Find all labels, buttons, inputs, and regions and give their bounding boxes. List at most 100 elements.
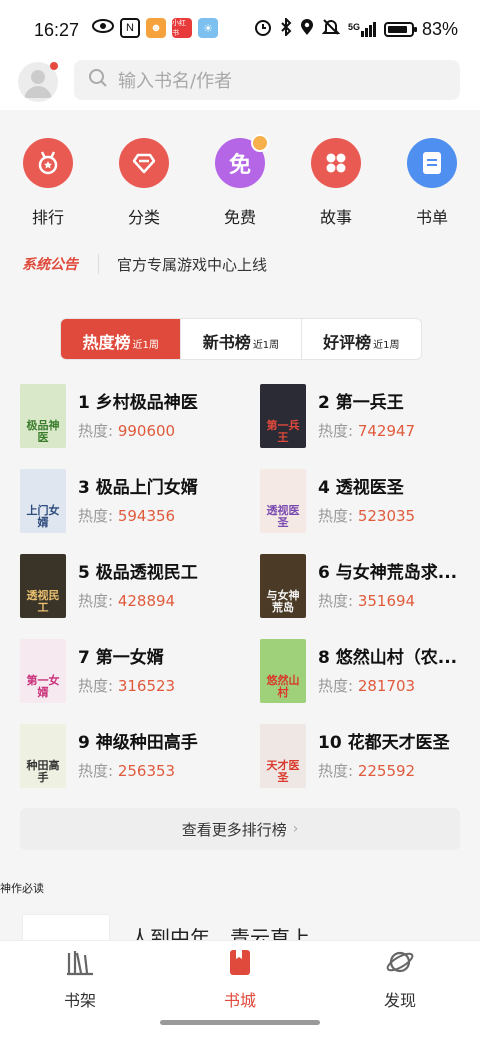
heat-value: 225592 [357, 762, 416, 780]
heat-label: 热度: [78, 592, 118, 610]
status-bar: 16:27 N ☻ 小红书 ☀ 5G 83% [0, 0, 480, 58]
book-item[interactable]: 种田高手 9 神级种田高手 热度: 256353 [20, 720, 240, 788]
category-label: 书单 [415, 208, 448, 227]
book-heat: 热度: 428894 [78, 590, 175, 611]
free-icon: 免 [215, 134, 269, 188]
notice-divider [98, 254, 99, 274]
book-cover: 天才医圣 [260, 724, 306, 788]
app-icon-weather: ☀ [198, 18, 218, 38]
heat-label: 热度: [78, 422, 118, 440]
category-classify[interactable]: 分类 [106, 138, 182, 228]
book-heat: 热度: 351694 [318, 590, 415, 611]
book-cover: 悠然山村 [260, 639, 306, 703]
book-cover: 种田高手 [20, 724, 66, 788]
book-item[interactable]: 透视医圣 4 透视医圣 热度: 523035 [260, 465, 480, 533]
book-title: 7 第一女婿 [78, 648, 164, 668]
booklist-icon [407, 138, 457, 188]
bookshelf-icon [63, 945, 97, 979]
tab-hot[interactable]: 热度榜 近1周 [61, 319, 182, 359]
heat-value: 428894 [117, 592, 176, 610]
heat-value: 281703 [357, 677, 416, 695]
book-item[interactable]: 第一兵王 2 第一兵王 热度: 742947 [260, 380, 480, 448]
book-heat: 热度: 316523 [78, 675, 175, 696]
tab-name: 热度榜 [82, 333, 131, 352]
category-label: 免费 [223, 208, 256, 227]
cover-text: 第一女婿 [26, 674, 60, 699]
bluetooth-icon [280, 16, 292, 41]
book-cover: 与女神荒岛 [260, 554, 306, 618]
book-item[interactable]: 极品神医 1 乡村极品神医 热度: 990600 [20, 380, 240, 448]
alarm-icon [254, 18, 272, 41]
book-item[interactable]: 第一女婿 7 第一女婿 热度: 316523 [20, 635, 240, 703]
nav-label: 书架 [63, 991, 96, 1010]
category-rank[interactable]: 排行 [10, 138, 86, 228]
search-bar[interactable]: 输入书名/作者 [74, 60, 460, 100]
app-icon-xiaohongshu: 小红书 [172, 18, 192, 38]
heat-label: 热度: [318, 677, 358, 695]
book-title: 6 与女神荒岛求... [318, 563, 458, 583]
cover-text: 种田高手 [26, 759, 60, 784]
home-indicator[interactable] [160, 1020, 320, 1025]
rank-medal-icon [23, 138, 73, 188]
tab-sub: 近1周 [252, 340, 280, 351]
tab-name: 好评榜 [323, 333, 372, 352]
nav-bookshelf[interactable]: 书架 [40, 945, 120, 1011]
heat-value: 316523 [117, 677, 176, 695]
more-rankings-button[interactable]: 查看更多排行榜 › [20, 808, 460, 850]
category-booklist[interactable]: 书单 [394, 138, 470, 228]
free-icon-text: 免 [228, 153, 251, 178]
tab-sub: 近1周 [132, 340, 159, 351]
heat-label: 热度: [318, 507, 358, 525]
tab-name: 新书榜 [202, 333, 251, 352]
category-diamond-icon [119, 138, 169, 188]
story-grid-icon [311, 138, 361, 188]
category-label: 故事 [319, 208, 352, 227]
tab-new[interactable]: 新书榜 近1周 [181, 319, 302, 359]
ranking-tabs: 热度榜 近1周 新书榜 近1周 好评榜 近1周 [60, 318, 422, 360]
tab-sub: 近1周 [373, 340, 400, 351]
book-item[interactable]: 天才医圣 10 花都天才医圣 热度: 225592 [260, 720, 480, 788]
battery-icon [383, 22, 417, 37]
cover-text: 上门女婿 [26, 504, 60, 529]
book-heat: 热度: 225592 [318, 760, 415, 781]
notice-text: 官方专属游戏中心上线 [117, 255, 268, 274]
cover-text: 悠然山村 [266, 674, 300, 699]
book-cover: 透视民工 [20, 554, 66, 618]
heat-label: 热度: [78, 677, 118, 695]
status-time: 16:27 [34, 20, 80, 40]
cover-text: 与女神荒岛 [266, 589, 300, 614]
category-story[interactable]: 故事 [298, 138, 374, 228]
book-heat: 热度: 281703 [318, 675, 415, 696]
more-rankings-label: 查看更多排行榜 [181, 820, 287, 839]
book-item[interactable]: 与女神荒岛 6 与女神荒岛求... 热度: 351694 [260, 550, 480, 618]
nav-discover[interactable]: 发现 [360, 945, 440, 1011]
app-icon-game: ☻ [146, 18, 166, 38]
book-title: 10 花都天才医圣 [318, 733, 450, 753]
nfc-icon: N [120, 18, 140, 38]
category-free[interactable]: 免 免费 [202, 134, 278, 228]
category-label: 分类 [127, 208, 160, 227]
book-item[interactable]: 上门女婿 3 极品上门女婿 热度: 594356 [20, 465, 240, 533]
heat-label: 热度: [318, 592, 358, 610]
book-title: 8 悠然山村（农... [318, 648, 458, 668]
book-heat: 热度: 990600 [78, 420, 175, 441]
book-heat: 热度: 256353 [78, 760, 175, 781]
heat-value: 594356 [117, 507, 176, 525]
heat-value: 523035 [357, 507, 416, 525]
cover-text: 透视民工 [26, 589, 60, 614]
mute-icon [321, 18, 341, 41]
book-item[interactable]: 透视民工 5 极品透视民工 热度: 428894 [20, 550, 240, 618]
search-placeholder: 输入书名/作者 [118, 71, 233, 92]
book-title: 1 乡村极品神医 [78, 393, 198, 413]
tab-rated[interactable]: 好评榜 近1周 [302, 319, 421, 359]
heat-label: 热度: [318, 422, 358, 440]
heat-value: 990600 [117, 422, 176, 440]
thumb-up-badge-icon [251, 134, 269, 152]
notification-dot [50, 62, 58, 70]
nav-bookstore[interactable]: 书城 [200, 945, 280, 1011]
eye-icon [92, 18, 114, 38]
heat-label: 热度: [318, 762, 358, 780]
book-item[interactable]: 悠然山村 8 悠然山村（农... 热度: 281703 [260, 635, 480, 703]
heat-value: 351694 [357, 592, 416, 610]
system-notice[interactable]: 系统公告 官方专属游戏中心上线 [22, 252, 267, 276]
